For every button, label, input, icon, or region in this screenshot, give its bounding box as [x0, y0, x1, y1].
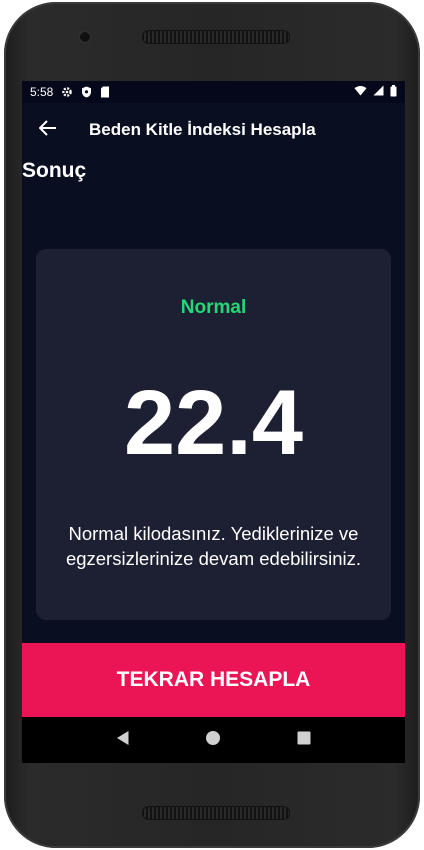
result-status-label: Normal: [180, 297, 247, 318]
page-title: Sonuç: [22, 159, 87, 182]
result-card: Normal 22.4 Normal kilodasınız. Yedikler…: [36, 249, 391, 620]
back-triangle-icon: [116, 730, 130, 751]
app-bar: Beden Kitle İndeksi Hesapla: [22, 103, 405, 157]
wifi-icon: [354, 85, 367, 99]
recents-square-icon: [297, 731, 311, 750]
nav-home-button[interactable]: [198, 725, 228, 755]
home-circle-icon: [205, 730, 221, 751]
arrow-back-icon: [38, 119, 57, 141]
status-time: 5:58: [30, 85, 54, 99]
bmi-value: 22.4: [123, 372, 304, 474]
bottom-speaker: [142, 806, 290, 820]
top-speaker: [142, 30, 290, 44]
gear-icon: [61, 86, 73, 98]
result-message: Normal kilodasınız. Yediklerinize ve egz…: [65, 523, 362, 569]
nav-recents-button[interactable]: [289, 725, 319, 755]
back-button[interactable]: [22, 103, 74, 157]
shield-icon: [80, 86, 92, 98]
recalculate-button[interactable]: TEKRAR HESAPLA: [22, 643, 405, 717]
nav-back-button[interactable]: [108, 725, 138, 755]
front-camera: [80, 32, 90, 42]
battery-icon: [390, 84, 397, 100]
system-nav-bar: [22, 717, 405, 763]
app-title: Beden Kitle İndeksi Hesapla: [89, 120, 316, 139]
status-bar: 5:58: [22, 81, 405, 103]
app-screen: 5:58 Beden Kitle İndeksi Hesapla Sonuç N…: [22, 81, 405, 763]
signal-icon: [373, 85, 384, 99]
sd-card-icon: [99, 86, 111, 98]
